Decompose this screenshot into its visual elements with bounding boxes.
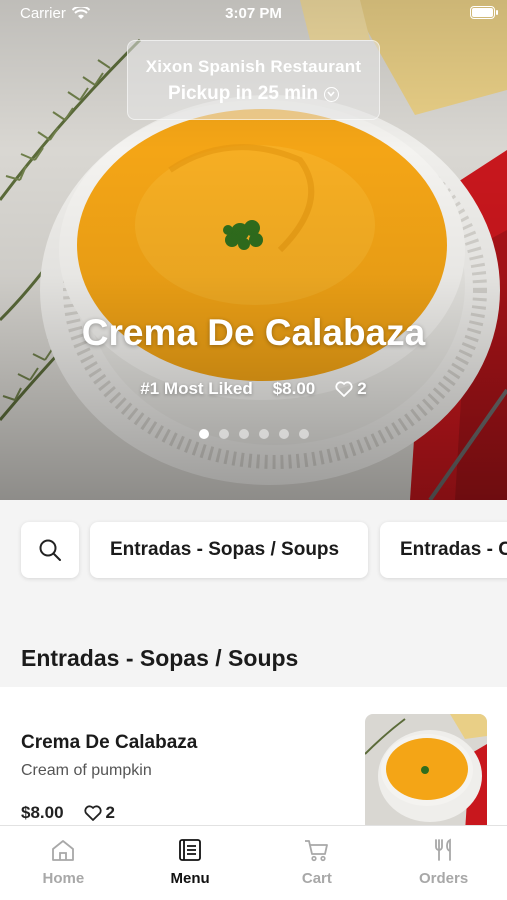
section-title: Entradas - Sopas / Soups [21,645,299,671]
hero-rank-badge: #1 Most Liked [140,379,253,398]
status-bar: Carrier 3:07 PM [0,0,507,28]
carousel-dot[interactable] [238,429,249,439]
category-chip[interactable]: Entradas - Sopas / Soups [90,522,368,578]
carousel-dot[interactable] [258,429,269,439]
heart-icon [83,805,102,821]
menu-item-name: Crema De Calabaza [21,732,198,753]
hero-likes-count: 2 [357,379,367,398]
menu-item-thumbnail [365,714,487,832]
pickup-eta[interactable]: Pickup in 25 min [128,83,379,105]
restaurant-name: Xixon Spanish Restaurant [145,57,362,76]
chevron-down-icon [323,86,339,102]
category-chip[interactable]: Entradas - Chips [380,522,507,578]
carousel-dot[interactable] [218,429,229,439]
fork-knife-icon [434,838,451,861]
tab-home-label: Home [42,870,85,887]
status-time: 3:07 PM [225,5,282,22]
hero-likes[interactable]: 2 [335,379,367,399]
pickup-eta-label: Pickup in 25 min [168,83,318,104]
cart-icon [304,840,328,862]
carousel-dot[interactable] [298,429,309,439]
menu-item-card[interactable]: Crema De Calabaza Cream of pumpkin $8.00… [0,687,507,832]
tab-home[interactable]: Home [0,826,127,900]
tab-menu-label: Menu [170,870,210,887]
hero-price: $8.00 [272,379,316,398]
tab-cart[interactable]: Cart [254,826,381,900]
tab-orders-label: Orders [419,870,469,887]
tab-cart-label: Cart [301,870,332,887]
battery-icon [470,6,498,19]
carousel-dot[interactable] [278,429,289,439]
heart-icon [335,381,353,397]
search-icon [39,539,61,561]
menu-item-meta: $8.00 2 [21,803,115,823]
menu-book-icon [179,839,202,861]
menu-item-price: $8.00 [21,803,64,822]
category-bar: Entradas - Sopas / Soups Entradas - Chip… [0,500,507,600]
tab-menu[interactable]: Menu [127,826,254,900]
menu-item-likes-count: 2 [105,803,116,822]
hero-dish-meta: #1 Most Liked $8.00 2 [0,379,507,399]
hero-banner[interactable]: Carrier 3:07 PM Xixon Spanish Restaurant… [0,0,507,500]
tab-bar: Home Menu Cart Orders [0,825,507,900]
carousel-dot[interactable] [198,429,209,439]
pickup-info-card[interactable]: Xixon Spanish Restaurant Pickup in 25 mi… [127,40,380,120]
home-icon [52,840,75,861]
carousel-page-indicator[interactable] [0,429,507,439]
tab-orders[interactable]: Orders [380,826,507,900]
search-button[interactable] [21,522,79,578]
menu-item-likes[interactable]: 2 [83,803,116,823]
menu-item-description: Cream of pumpkin [21,762,152,779]
hero-dish-title: Crema De Calabaza [81,312,426,353]
